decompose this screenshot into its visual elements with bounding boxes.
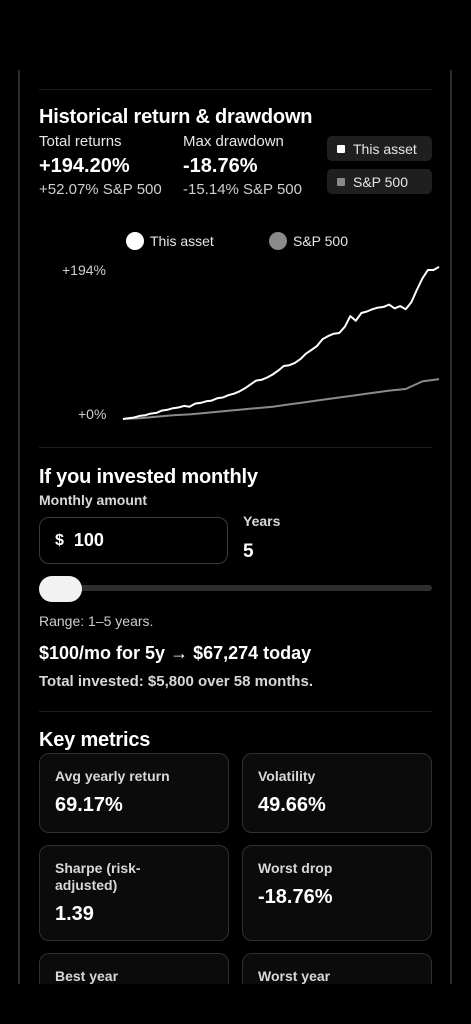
divider (39, 89, 432, 90)
max-drawdown-value: -18.76% (183, 155, 258, 177)
investment-result: $100/mo for 5y → $67,274 today (39, 643, 312, 663)
total-invested: Total invested: $5,800 over 58 months. (39, 673, 313, 690)
toggle-sp500-label: S&P 500 (353, 173, 409, 190)
y-tick-bottom: +0% (78, 406, 107, 422)
gray-dot-icon (269, 232, 287, 250)
metric-card-sharpe: Sharpe (risk-adjusted) 1.39 (39, 845, 229, 941)
chart-legend-sp500: S&P 500 (269, 231, 348, 251)
total-returns-label: Total returns (39, 133, 122, 150)
monthly-amount-input[interactable]: $ 100 (39, 517, 228, 564)
white-dot-icon (126, 232, 144, 250)
metric-value: 1.39 (55, 903, 94, 925)
toggle-this-asset[interactable]: This asset (327, 136, 432, 161)
metrics-title: Key metrics (39, 729, 151, 751)
total-returns-value: +194.20% (39, 155, 130, 177)
series-line-s-p-500 (122, 378, 440, 420)
max-drawdown-sp500: -15.14% S&P 500 (183, 181, 302, 198)
chart-legend-this-asset: This asset (126, 231, 214, 251)
years-value: 5 (243, 541, 254, 562)
metric-value: 69.17% (55, 794, 123, 816)
divider (39, 711, 432, 712)
metric-label: Worst drop (258, 860, 333, 876)
toggle-sp500[interactable]: S&P 500 (327, 169, 432, 194)
metric-card-avg-yearly-return: Avg yearly return 69.17% (39, 753, 229, 833)
max-drawdown-label: Max drawdown (183, 133, 284, 150)
metric-label: Sharpe (risk-adjusted) (55, 860, 141, 893)
metric-card-volatility: Volatility 49.66% (242, 753, 432, 833)
metric-label: Best year (55, 968, 119, 984)
series-line-this-asset (122, 266, 440, 420)
frame-left-border (18, 70, 20, 984)
chart-legend-this-asset-label: This asset (150, 233, 214, 249)
metric-label: Avg yearly return (55, 768, 170, 784)
metric-value: 49.66% (258, 794, 326, 816)
metric-value: -18.76% (258, 886, 333, 908)
metric-label: Worst year (258, 968, 331, 984)
years-label: Years (243, 513, 281, 529)
currency-symbol: $ (55, 531, 64, 549)
metric-label: Volatility (258, 768, 316, 784)
metric-card-worst-drop: Worst drop -18.76% (242, 845, 432, 941)
toggle-this-asset-label: This asset (353, 140, 417, 157)
y-tick-top: +194% (62, 262, 106, 278)
bottom-mask (0, 984, 471, 1024)
frame-right-border (450, 70, 452, 984)
history-title: Historical return & drawdown (39, 106, 313, 128)
total-returns-sp500: +52.07% S&P 500 (39, 181, 162, 198)
white-square-icon (337, 144, 345, 153)
chart-legend-sp500-label: S&P 500 (293, 233, 349, 249)
invest-title: If you invested monthly (39, 466, 258, 488)
monthly-amount-value[interactable]: 100 (74, 530, 104, 551)
years-slider-thumb[interactable] (39, 576, 82, 602)
monthly-amount-label: Monthly amount (39, 492, 148, 508)
gray-square-icon (337, 177, 345, 186)
range-text: Range: 1–5 years. (39, 613, 154, 629)
years-slider-track[interactable] (39, 585, 432, 591)
divider (39, 447, 432, 448)
